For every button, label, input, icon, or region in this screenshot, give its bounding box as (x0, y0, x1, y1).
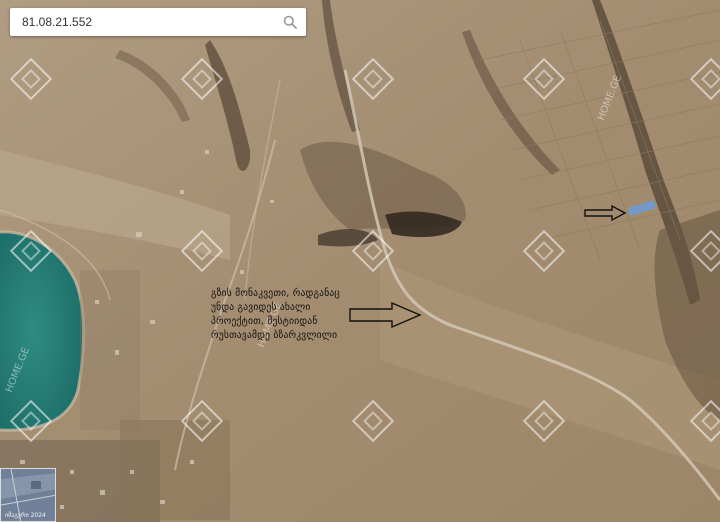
satellite-map[interactable]: HOME.GE HOME.GE HOME.GE გზის მონაკვეთი, … (0, 0, 720, 522)
search-input[interactable] (22, 15, 282, 29)
search-bar (10, 8, 306, 36)
annotation-line: პროექტით, მესტიიდან (211, 316, 318, 327)
search-icon[interactable] (282, 14, 298, 30)
annotation-line: რუსთავამდე ბზარკვლილი (211, 330, 338, 341)
annotation-line: გზის მონაკვეთი, რადგანაც (211, 288, 341, 299)
annotation-line: უნდა გავიდეს ახალი (211, 302, 311, 313)
thumbnail-label: იმაგერი 2024 (5, 512, 46, 519)
layer-thumbnail[interactable]: იმაგერი 2024 (0, 468, 56, 522)
road-annotation: გზის მონაკვეთი, რადგანაც უნდა გავიდეს ახ… (211, 287, 411, 343)
